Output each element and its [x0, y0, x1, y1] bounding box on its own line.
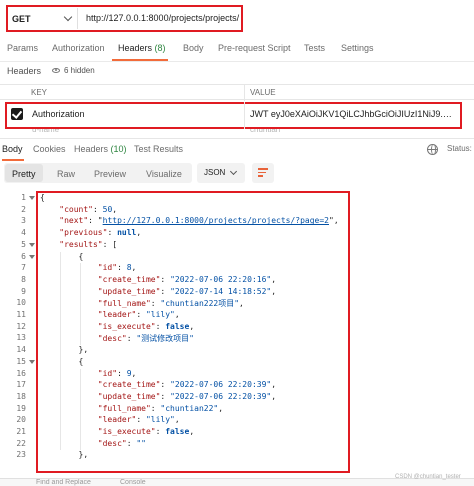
fold-toggle-icon[interactable] — [29, 242, 35, 247]
active-tab-indicator — [112, 59, 168, 61]
header-value-input[interactable]: JWT eyJ0eXAiOiJKV1QiLCJhbGciOiJIUzI1NiJ9… — [250, 109, 456, 119]
headers-title: Headers — [7, 66, 42, 76]
code-line: "full_name": "chuntian222项目", — [97, 299, 244, 309]
line-number: 9 — [21, 286, 26, 296]
line-number: 11 — [16, 310, 26, 319]
tab-authorization[interactable]: Authorization — [52, 43, 105, 53]
tab-pre-request-script[interactable]: Pre-request Script — [218, 43, 291, 53]
line-number: 12 — [16, 321, 26, 331]
view-preview-button[interactable]: Preview — [94, 169, 126, 179]
headers-table-head: KEY VALUE — [0, 84, 474, 101]
code-line: "previous": null, — [59, 228, 142, 238]
method-select[interactable]: GET — [12, 8, 78, 29]
fold-toggle-icon[interactable] — [29, 196, 35, 200]
header-key-input[interactable]: Authorization — [32, 109, 85, 119]
code-line: "is_execute": false, — [97, 321, 195, 331]
line-number: 14 — [16, 345, 26, 355]
table-row: u-name chuntian — [0, 129, 474, 138]
code-line: "update_time": "2022-07-06 22:20:39", — [97, 391, 277, 401]
column-value: VALUE — [250, 88, 276, 97]
line-number: 1 — [21, 193, 26, 202]
url-input[interactable]: http://127.0.0.1:8000/projects/projects/ — [86, 13, 239, 23]
status-label: Status: — [447, 144, 472, 153]
eye-icon — [52, 68, 60, 73]
tab-test-results[interactable]: Test Results — [134, 144, 183, 154]
line-number: 15 — [16, 356, 26, 366]
header-key-input[interactable]: u-name — [32, 129, 59, 134]
indent-guide — [80, 263, 81, 346]
column-divider — [244, 85, 245, 101]
view-raw-button[interactable]: Raw — [57, 169, 75, 179]
code-line: "desc": "" — [97, 438, 146, 448]
tab-settings[interactable]: Settings — [341, 43, 374, 53]
tab-params[interactable]: Params — [7, 43, 38, 53]
response-tabs: Body Cookies Headers (10) Test Results S… — [0, 138, 474, 161]
format-select-label: JSON — [204, 168, 226, 177]
indent-guide — [80, 368, 81, 451]
line-number: 7 — [21, 263, 26, 273]
console-button[interactable]: Console — [120, 479, 146, 486]
line-number: 19 — [16, 403, 26, 413]
code-line: "results": [ — [59, 239, 118, 249]
tab-response-headers[interactable]: Headers (10) — [74, 144, 127, 154]
tab-body[interactable]: Body — [183, 43, 204, 53]
line-number: 2 — [21, 204, 26, 214]
globe-icon[interactable] — [427, 144, 438, 155]
line-number: 16 — [16, 368, 26, 378]
wrap-lines-icon — [258, 168, 268, 178]
hidden-headers-toggle[interactable]: 6 hidden — [52, 66, 95, 75]
code-line: "id": 9, — [97, 368, 137, 378]
fold-toggle-icon[interactable] — [29, 254, 35, 259]
line-number: 18 — [16, 391, 26, 401]
line-number: 10 — [16, 298, 26, 308]
code-line: "next": "http://127.0.0.1:8000/projects/… — [59, 216, 339, 226]
chevron-down-icon — [63, 12, 73, 22]
tab-tests[interactable]: Tests — [304, 43, 325, 53]
tab-headers[interactable]: Headers (8) — [118, 43, 166, 53]
watermark-text: CSDN @chuntian_tester — [395, 474, 461, 480]
line-number: 5 — [21, 239, 26, 249]
code-line: "id": 8, — [97, 263, 137, 273]
view-pretty-button[interactable]: Pretty — [12, 169, 36, 179]
wrap-lines-button[interactable] — [252, 163, 274, 183]
code-line: { — [40, 193, 45, 202]
tab-cookies[interactable]: Cookies — [33, 144, 66, 154]
code-line: "update_time": "2022-07-14 14:18:52", — [97, 286, 277, 296]
code-line: "create_time": "2022-07-06 22:20:39", — [97, 380, 277, 390]
code-line: { — [40, 356, 84, 366]
hidden-headers-label: 6 hidden — [64, 66, 95, 75]
fold-toggle-icon[interactable] — [29, 359, 35, 364]
method-label: GET — [12, 13, 31, 24]
view-visualize-button[interactable]: Visualize — [146, 169, 182, 179]
line-number: 6 — [21, 251, 26, 261]
header-enabled-checkbox[interactable] — [11, 108, 23, 120]
indent-guide — [60, 251, 61, 451]
headers-title-row: Headers 6 hidden — [0, 62, 474, 80]
line-number: 13 — [16, 333, 26, 343]
line-number: 22 — [16, 438, 26, 448]
code-line: "count": 50, — [59, 204, 118, 214]
column-key: KEY — [31, 88, 48, 97]
code-line: "create_time": "2022-07-06 22:20:16", — [97, 274, 277, 284]
column-divider — [244, 102, 245, 129]
line-number: 17 — [16, 380, 26, 390]
line-number: 3 — [21, 216, 26, 226]
code-line: "full_name": "chuntian22", — [97, 403, 224, 413]
header-value-input[interactable]: chuntian — [250, 129, 280, 134]
find-replace-button[interactable]: Find and Replace — [36, 479, 91, 486]
code-line: "desc": "测试修改项目" — [97, 334, 194, 344]
line-number: 4 — [21, 228, 26, 238]
code-line: "is_execute": false, — [97, 427, 195, 436]
format-select[interactable]: JSON — [197, 163, 245, 183]
request-tabs: Params Authorization Headers (8) Body Pr… — [0, 38, 474, 62]
chevron-down-icon — [229, 167, 238, 176]
code-line: }, — [40, 450, 89, 460]
code-line: }, — [40, 345, 89, 355]
line-number: 8 — [21, 274, 26, 284]
line-number: 20 — [16, 415, 26, 425]
line-number: 21 — [16, 427, 26, 436]
line-number: 23 — [16, 450, 26, 460]
tab-response-body[interactable]: Body — [2, 144, 23, 154]
code-line: { — [40, 251, 84, 261]
